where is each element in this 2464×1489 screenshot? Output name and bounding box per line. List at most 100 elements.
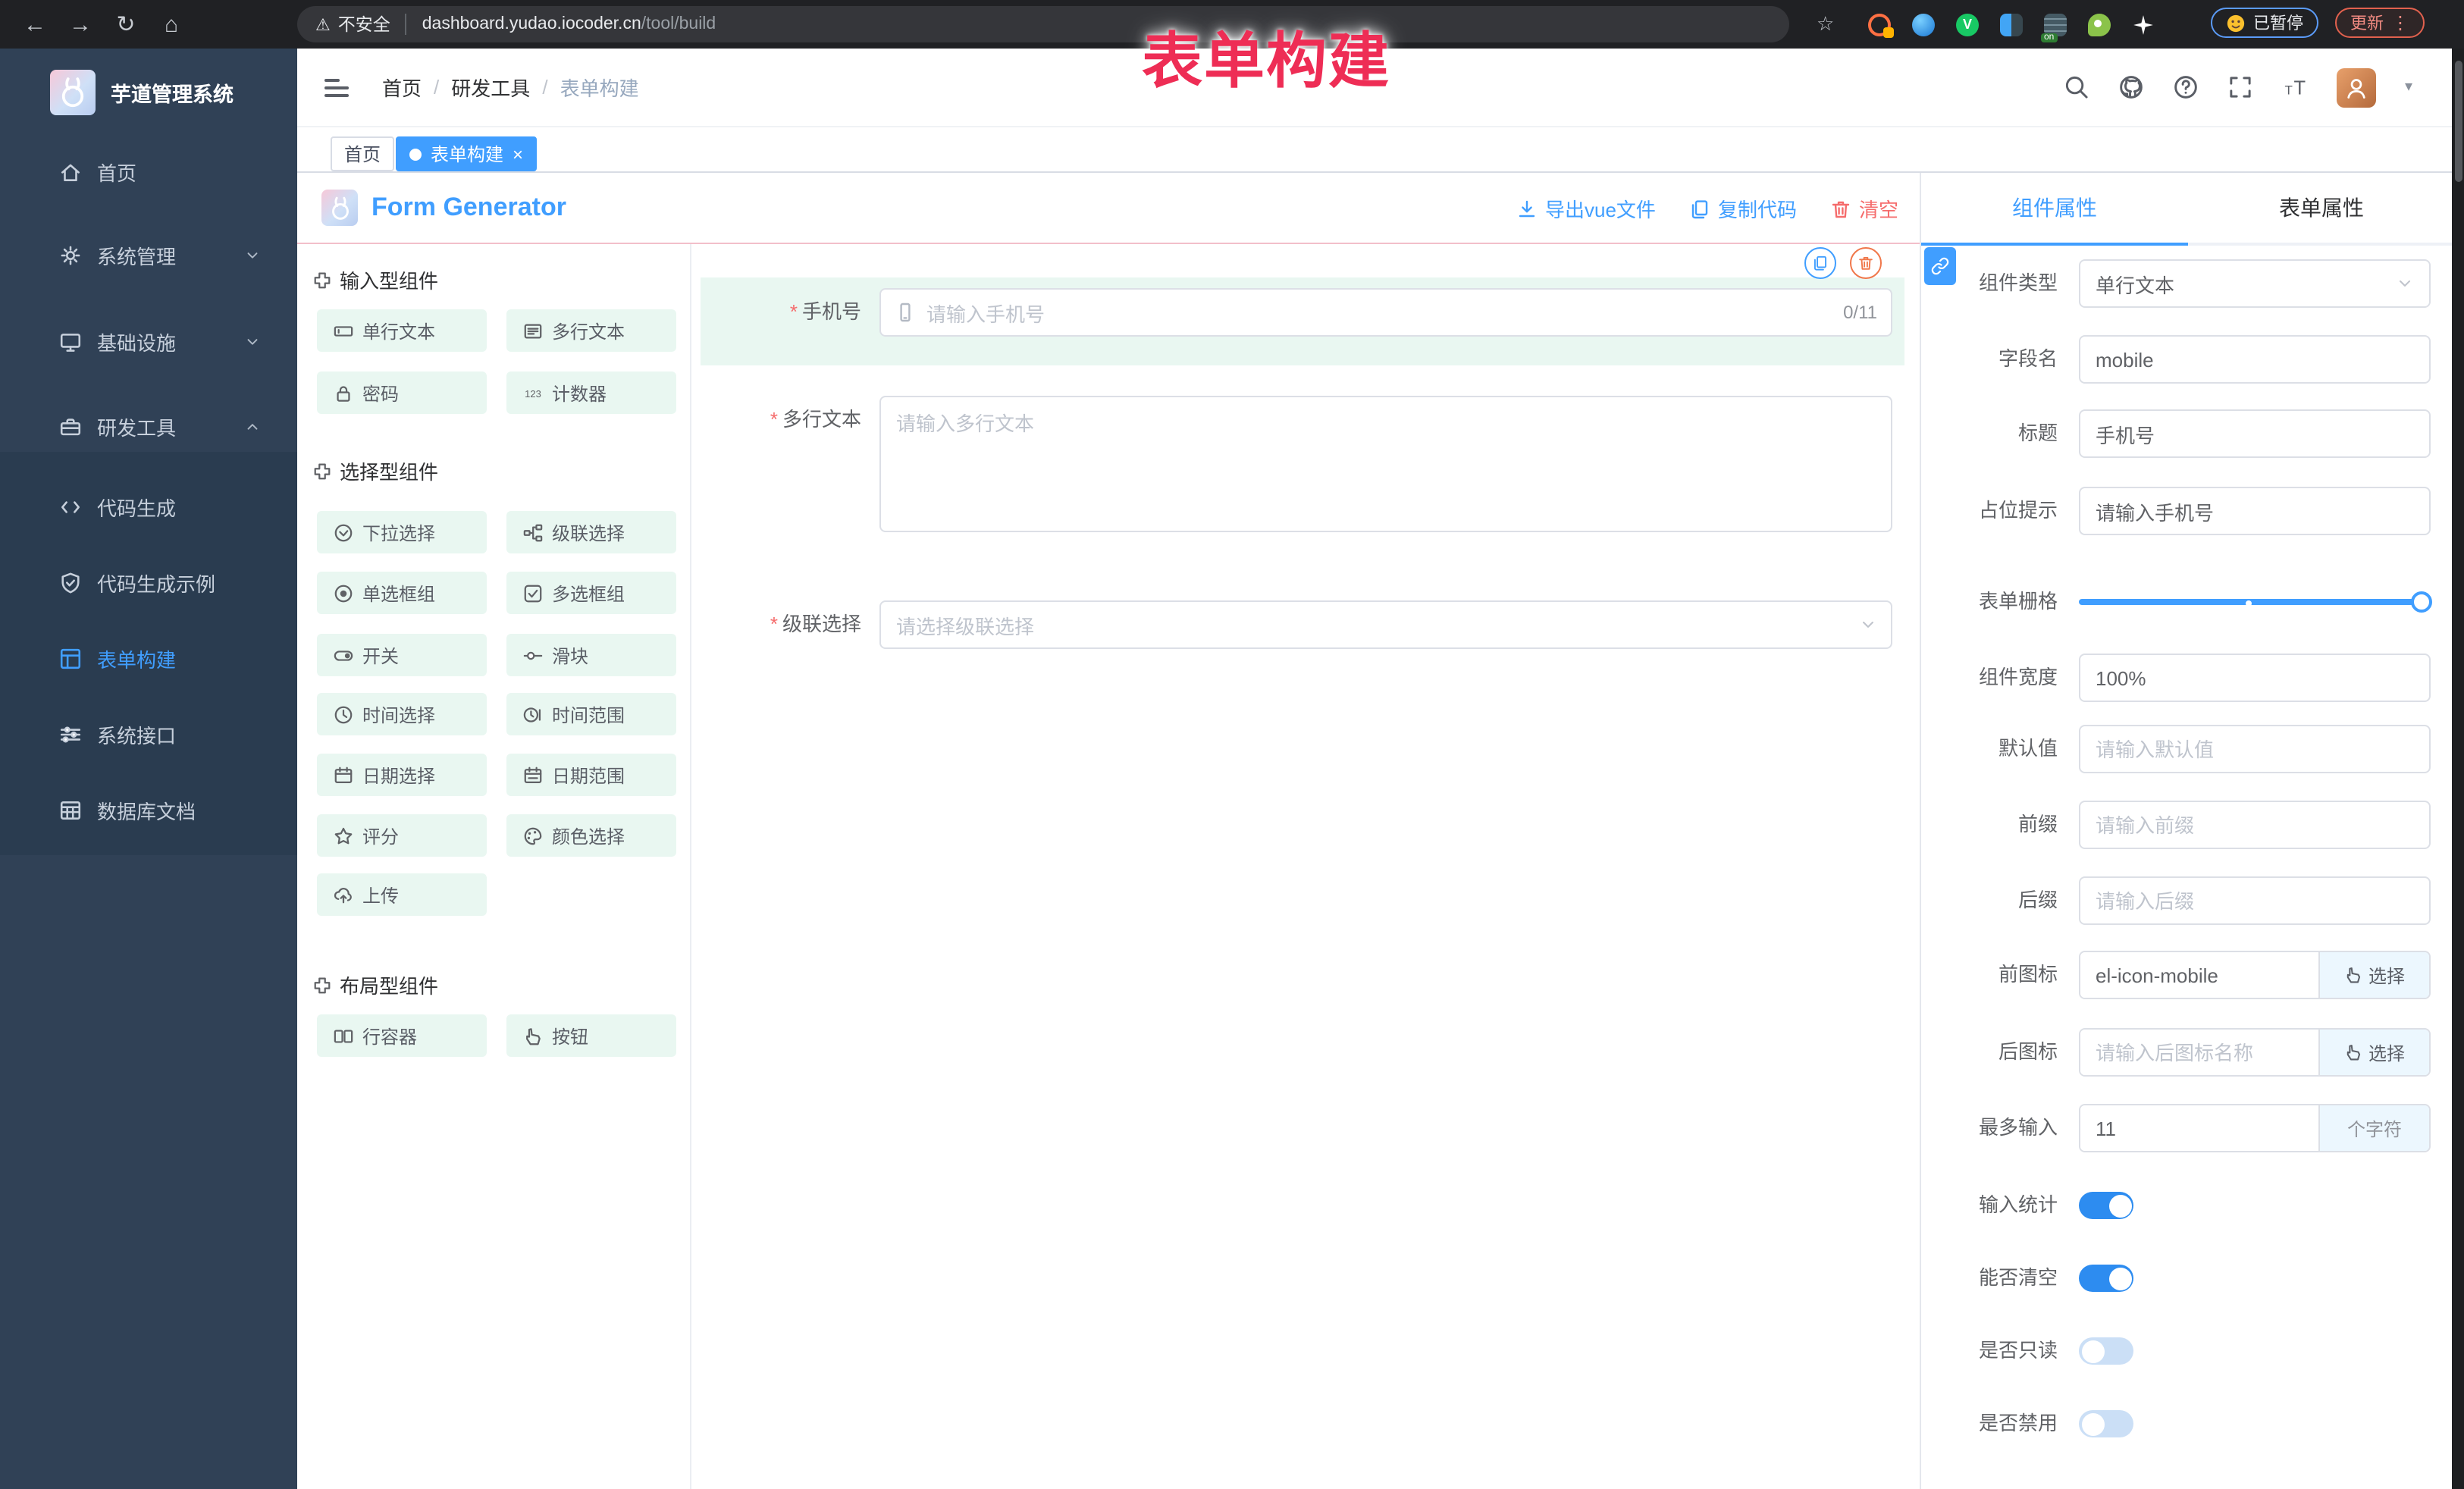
- prop-label: 是否禁用: [1930, 1409, 2058, 1439]
- sidebar-item-home[interactable]: 首页: [0, 144, 297, 199]
- max-length-input[interactable]: [2080, 1105, 2318, 1151]
- title-input[interactable]: [2079, 409, 2431, 458]
- mobile-input[interactable]: 请输入手机号 0/11: [879, 288, 1892, 337]
- slider-track[interactable]: [2079, 599, 2431, 605]
- palette-item-color-picker[interactable]: 颜色选择: [506, 814, 676, 857]
- clearable-toggle[interactable]: [2079, 1265, 2133, 1292]
- show-word-limit-toggle[interactable]: [2079, 1192, 2133, 1219]
- extension-icon[interactable]: on: [2044, 13, 2067, 36]
- tab-form-props[interactable]: 表单属性: [2188, 173, 2455, 243]
- component-width-input[interactable]: [2079, 654, 2431, 702]
- browser-back-icon[interactable]: ←: [12, 11, 58, 37]
- help-icon[interactable]: [2173, 74, 2199, 100]
- palette-item-date-range[interactable]: 日期范围: [506, 754, 676, 796]
- tab-component-props[interactable]: 组件属性: [1921, 173, 2188, 243]
- code-icon: [59, 495, 82, 518]
- palette-item-button[interactable]: 按钮: [506, 1014, 676, 1057]
- profile-paused-chip[interactable]: 已暂停: [2211, 8, 2318, 38]
- search-icon[interactable]: [2064, 74, 2089, 100]
- breadcrumb-devtools[interactable]: 研发工具: [451, 73, 530, 102]
- scrollbar-thumb[interactable]: [2454, 61, 2462, 182]
- palette-item-dropdown[interactable]: 下拉选择: [317, 511, 487, 553]
- palette-item-row-container[interactable]: 行容器: [317, 1014, 487, 1057]
- cascader-select[interactable]: 请选择级联选择: [879, 600, 1892, 649]
- field-name-input[interactable]: [2079, 335, 2431, 384]
- sidebar-item-system-api[interactable]: 系统接口: [0, 707, 297, 761]
- extension-icon[interactable]: [2000, 13, 2023, 36]
- slider-handle[interactable]: [2411, 591, 2432, 613]
- browser-home-icon[interactable]: ⌂: [149, 11, 194, 37]
- prefix-icon-input[interactable]: [2080, 952, 2318, 998]
- copy-code-button[interactable]: 复制代码: [1689, 194, 1797, 223]
- palette-item-password[interactable]: 密码: [317, 371, 487, 414]
- placeholder-input[interactable]: [2079, 487, 2431, 535]
- clear-button[interactable]: 清空: [1830, 194, 1898, 223]
- prop-label: 是否只读: [1930, 1336, 2058, 1366]
- palette-item-slider[interactable]: 滑块: [506, 634, 676, 676]
- extension-pin-icon[interactable]: [2132, 13, 2155, 36]
- palette-item-radio-group[interactable]: 单选框组: [317, 572, 487, 614]
- export-vue-button[interactable]: 导出vue文件: [1516, 194, 1656, 223]
- sidebar-item-db-doc[interactable]: 数据库文档: [0, 782, 297, 837]
- sidebar-item-system[interactable]: 系统管理: [0, 227, 297, 282]
- browser-forward-icon[interactable]: →: [58, 11, 103, 37]
- form-grid-slider[interactable]: [2079, 578, 2431, 626]
- palette-item-counter[interactable]: 计数器: [506, 371, 676, 414]
- profile-paused-label: 已暂停: [2253, 11, 2303, 35]
- tag-home[interactable]: 首页: [331, 136, 394, 171]
- palette-item-time-picker[interactable]: 时间选择: [317, 693, 487, 735]
- prop-label: 组件宽度: [1930, 654, 2058, 702]
- page-scrollbar[interactable]: [2452, 49, 2464, 1489]
- palette-item-date-picker[interactable]: 日期选择: [317, 754, 487, 796]
- sidebar-item-devtools[interactable]: 研发工具: [0, 399, 297, 453]
- address-bar[interactable]: ⚠ 不安全 dashboard.yudao.iocoder.cn /tool/b…: [297, 6, 1789, 42]
- prefix-icon-choose-button[interactable]: 选择: [2318, 952, 2429, 998]
- suffix-icon-choose-button[interactable]: 选择: [2318, 1030, 2429, 1075]
- tags-view-bar: 首页 表单构建 ×: [297, 126, 2452, 173]
- extension-icon[interactable]: [2088, 13, 2111, 36]
- sidebar-item-infra[interactable]: 基础设施: [0, 314, 297, 368]
- prefix-input[interactable]: [2079, 801, 2431, 849]
- extension-icon[interactable]: [1912, 13, 1935, 36]
- palette-item-checkbox-group[interactable]: 多选框组: [506, 572, 676, 614]
- suffix-input[interactable]: [2079, 876, 2431, 925]
- disabled-toggle[interactable]: [2079, 1410, 2133, 1437]
- sidebar-item-form-builder[interactable]: 表单构建: [0, 631, 297, 685]
- avatar-caret-icon[interactable]: ▾: [2405, 79, 2412, 96]
- default-value-input[interactable]: [2079, 725, 2431, 773]
- readonly-toggle[interactable]: [2079, 1337, 2133, 1365]
- app-logo[interactable]: 芋道管理系统: [0, 68, 297, 117]
- palette-item-multi-text[interactable]: 多行文本: [506, 309, 676, 352]
- palette-item-time-range[interactable]: 时间范围: [506, 693, 676, 735]
- fullscreen-icon[interactable]: [2227, 74, 2253, 100]
- palette-item-cascader[interactable]: 级联选择: [506, 511, 676, 553]
- sidebar-fold-icon[interactable]: [324, 78, 349, 96]
- screen: ← → ↻ ⌂ ⚠ 不安全 dashboard.yudao.iocoder.cn…: [0, 0, 2464, 1489]
- sidebar-item-codegen-demo[interactable]: 代码生成示例: [0, 555, 297, 610]
- extension-icon[interactable]: [1868, 13, 1891, 36]
- palette-item-switch[interactable]: 开关: [317, 634, 487, 676]
- palette-item-upload[interactable]: 上传: [317, 873, 487, 916]
- palette-item-rate[interactable]: 评分: [317, 814, 487, 857]
- widget-delete-button[interactable]: [1850, 247, 1882, 279]
- bookmark-star-icon[interactable]: ☆: [1817, 12, 1834, 36]
- breadcrumb-home[interactable]: 首页: [382, 73, 422, 102]
- palette-item-single-text[interactable]: 单行文本: [317, 309, 487, 352]
- font-size-icon[interactable]: [2282, 74, 2308, 100]
- active-tab-underline: [1921, 243, 2188, 246]
- sidebar-item-codegen[interactable]: 代码生成: [0, 479, 297, 534]
- widget-duplicate-button[interactable]: [1804, 247, 1836, 279]
- browser-reload-icon[interactable]: ↻: [103, 11, 149, 38]
- multiline-textarea[interactable]: 请输入多行文本: [879, 396, 1892, 532]
- component-type-select[interactable]: 单行文本: [2079, 259, 2431, 308]
- tag-close-icon[interactable]: ×: [513, 143, 523, 165]
- suffix-icon-input[interactable]: [2080, 1030, 2318, 1075]
- github-icon[interactable]: [2118, 74, 2144, 100]
- browser-menu-dots-icon[interactable]: ⋮: [2391, 12, 2409, 33]
- form-canvas[interactable]: *手机号 请输入手机号 0/11 *多行文本 请输入多行文本 *级联选择 请选择…: [691, 244, 1920, 1489]
- extension-icon[interactable]: V: [1956, 13, 1979, 36]
- browser-update-button[interactable]: 更新 ⋮: [2335, 8, 2425, 38]
- tag-form-builder[interactable]: 表单构建 ×: [396, 136, 537, 171]
- toolbox-icon: [59, 415, 82, 437]
- user-avatar[interactable]: [2337, 67, 2376, 107]
